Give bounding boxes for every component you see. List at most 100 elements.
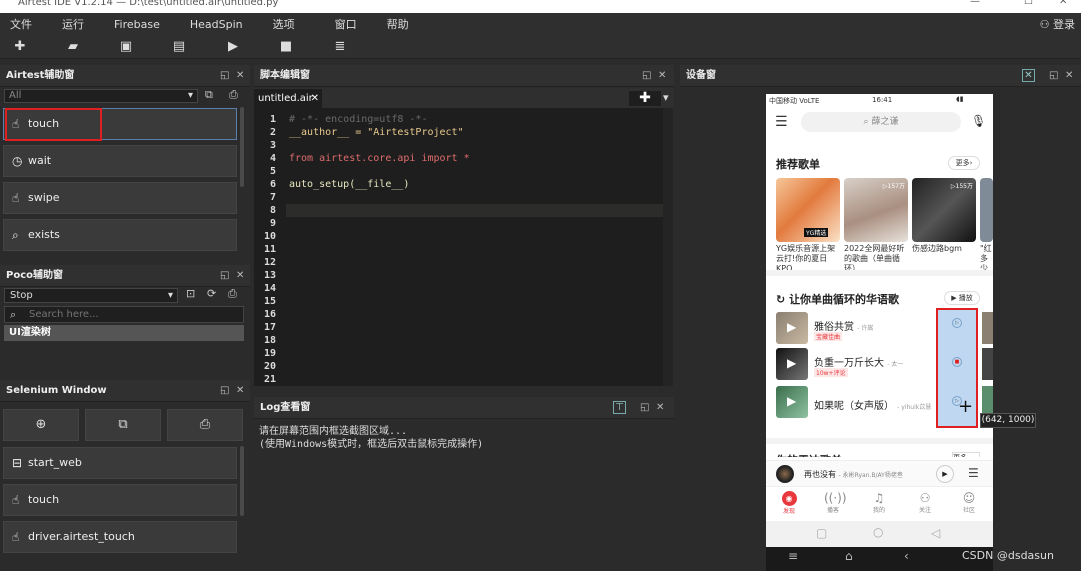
back-icon[interactable]: ‹ bbox=[904, 549, 909, 563]
play-icon[interactable]: ▶ bbox=[936, 465, 954, 483]
next-more-button[interactable]: 更多 bbox=[952, 452, 980, 457]
tab-follow[interactable]: ⚇ 关注 bbox=[916, 491, 934, 514]
float-icon[interactable]: ◱ bbox=[220, 380, 229, 402]
play-all-button[interactable]: ▶ 播放 bbox=[944, 291, 980, 305]
radio-icon: ((·)) bbox=[824, 491, 847, 505]
screenshot-icon[interactable]: ⎙ bbox=[228, 287, 237, 301]
code-line: __author__ = "AirtestProject" bbox=[289, 127, 464, 138]
browser-screenshot-button[interactable]: ⎙ bbox=[167, 409, 243, 441]
music-logo-icon: ◉ bbox=[781, 491, 797, 506]
song-cover[interactable] bbox=[982, 348, 993, 380]
exists-button[interactable]: ⌕ exists bbox=[3, 219, 237, 251]
editor-title: 脚本编辑窗 bbox=[260, 70, 310, 81]
selenium-panel-header: Selenium Window ◱ ✕ bbox=[0, 380, 250, 402]
app-search-box[interactable]: ⌕ 薛之谦 bbox=[801, 112, 961, 132]
menu-file[interactable]: 文件 bbox=[0, 16, 42, 32]
filter-icon[interactable]: ⊤ bbox=[613, 401, 626, 414]
playlist-icon[interactable]: ☰ bbox=[968, 466, 979, 480]
playlist-card[interactable]: ▷157万 bbox=[844, 178, 908, 242]
playlist-card[interactable]: YG精选 bbox=[776, 178, 840, 242]
playlist-card[interactable] bbox=[980, 178, 993, 242]
run-icon[interactable]: ▶ bbox=[225, 39, 241, 55]
close-panel-icon[interactable]: ✕ bbox=[1065, 65, 1073, 87]
float-icon[interactable]: ◱ bbox=[220, 265, 229, 287]
refresh-icon[interactable]: ⟳ bbox=[207, 287, 216, 300]
new-file-icon[interactable]: ✚ bbox=[12, 39, 28, 55]
tab-community[interactable]: ☺ 社区 bbox=[960, 491, 978, 514]
close-panel-icon[interactable]: ✕ bbox=[236, 380, 244, 402]
back-icon[interactable]: ◁ bbox=[931, 526, 940, 540]
playlist-card[interactable]: ▷155万 bbox=[912, 178, 976, 242]
menu-headspin[interactable]: HeadSpin bbox=[170, 18, 253, 31]
card-caption: 伤感边路bgm bbox=[912, 244, 962, 253]
menu-window[interactable]: 窗口 bbox=[305, 16, 367, 32]
phone-screen[interactable]: 中国移动 VoLTE 16:41 ◖▮ ☰ ⌕ 薛之谦 🎙 推荐歌单 更多› Y… bbox=[766, 94, 993, 547]
song-cover[interactable]: ▶ bbox=[776, 312, 808, 344]
open-folder-icon[interactable]: ▰ bbox=[65, 39, 81, 55]
float-icon[interactable]: ◱ bbox=[640, 397, 649, 419]
tab-podcast[interactable]: ((·)) 播客 bbox=[824, 491, 847, 514]
log-icon[interactable]: ≣ bbox=[332, 39, 348, 55]
menu-options[interactable]: 选项 bbox=[253, 16, 305, 32]
home-icon[interactable]: ○ bbox=[873, 525, 883, 539]
tab-mine[interactable]: ♫ 我的 bbox=[870, 491, 888, 514]
editor-scrollbar[interactable] bbox=[663, 108, 673, 386]
song-cover[interactable]: ▶ bbox=[776, 386, 808, 418]
close-panel-icon[interactable]: ✕ bbox=[656, 397, 664, 419]
browser-window-button[interactable]: ⧉ bbox=[85, 409, 161, 441]
minimize-icon[interactable]: — bbox=[970, 0, 980, 7]
song-cover[interactable]: ▶ bbox=[776, 348, 808, 380]
close-panel-icon[interactable]: ✕ bbox=[236, 65, 244, 87]
song-cover[interactable] bbox=[982, 312, 993, 344]
menu-icon[interactable]: ☰ bbox=[775, 114, 788, 130]
airtest-scrollbar[interactable] bbox=[240, 107, 244, 187]
editor-header: 脚本编辑窗 ◱ ✕ bbox=[254, 65, 674, 87]
maximize-icon[interactable]: ☐ bbox=[1024, 0, 1033, 7]
lock-icon[interactable]: ⊡ bbox=[186, 287, 195, 300]
home-icon[interactable]: ⌂ bbox=[845, 549, 853, 563]
menu-run[interactable]: 运行 bbox=[42, 16, 94, 32]
code-line: # -*- encoding=utf8 -*- bbox=[289, 114, 428, 125]
selenium-scrollbar[interactable] bbox=[240, 446, 244, 516]
stop-icon[interactable]: ■ bbox=[278, 39, 294, 55]
screenshot-icon[interactable]: ⎙ bbox=[229, 88, 238, 102]
menu-firebase[interactable]: Firebase bbox=[94, 18, 170, 31]
poco-search-input[interactable] bbox=[29, 308, 229, 321]
close-tab-icon[interactable]: ✕ bbox=[311, 89, 319, 108]
ui-tree-item[interactable]: UI渲染树 bbox=[4, 325, 244, 341]
wait-button[interactable]: ◷ wait bbox=[3, 145, 237, 177]
device-title: 设备窗 bbox=[686, 70, 716, 81]
poco-mode-select[interactable]: Stop ▾ bbox=[4, 288, 178, 303]
chat-icon: ☺ bbox=[962, 491, 976, 505]
float-icon[interactable]: ◱ bbox=[220, 65, 229, 87]
menu-icon[interactable]: ≡ bbox=[788, 549, 798, 563]
close-panel-icon[interactable]: ✕ bbox=[658, 65, 666, 87]
poco-search-box[interactable]: ⌕ bbox=[4, 306, 244, 323]
tools-icon[interactable]: ✕ bbox=[1022, 69, 1035, 82]
add-tab-button[interactable]: ✚ bbox=[629, 91, 661, 106]
microphone-icon[interactable]: 🎙 bbox=[971, 114, 986, 128]
recents-icon[interactable]: ▢ bbox=[816, 526, 827, 540]
float-icon[interactable]: ◱ bbox=[642, 65, 651, 87]
close-panel-icon[interactable]: ✕ bbox=[236, 265, 244, 287]
float-icon[interactable]: ◱ bbox=[1049, 65, 1058, 87]
save-as-icon[interactable]: ▤ bbox=[171, 39, 187, 55]
login-button[interactable]: ⚇ 登录 bbox=[1040, 16, 1075, 32]
record-icon[interactable]: ⧉ bbox=[205, 88, 213, 102]
close-icon[interactable]: ✕ bbox=[1059, 0, 1067, 7]
airtest-filter-select[interactable]: All ▾ bbox=[4, 89, 198, 103]
start-web-button[interactable]: ⊟ start_web bbox=[3, 447, 237, 479]
code-editor[interactable]: 1 # -*- encoding=utf8 -*- 2 __author__ = "A… bbox=[254, 108, 673, 386]
save-icon[interactable]: ▣ bbox=[118, 39, 134, 55]
browser-globe-button[interactable]: ⊕ bbox=[3, 409, 79, 441]
chevron-down-icon[interactable]: ▾ bbox=[663, 91, 669, 104]
driver-airtest-touch-button[interactable]: ☝ driver.airtest_touch bbox=[3, 521, 237, 553]
more-button[interactable]: 更多› bbox=[948, 156, 980, 170]
tab-untitled[interactable]: untitled.air ✕ bbox=[254, 89, 322, 108]
tab-discover[interactable]: ◉ 发现 bbox=[780, 491, 798, 515]
swipe-button[interactable]: ☝ swipe bbox=[3, 182, 237, 214]
mini-player[interactable]: 再也没有 - 永彬Ryan.B/AY杨佬叁 ▶ ☰ bbox=[766, 460, 993, 486]
log-panel: Log查看窗 ⊤ ◱ ✕ 请在屏幕范围内框选截图区域... (使用Windows… bbox=[254, 397, 674, 571]
menu-help[interactable]: 帮助 bbox=[367, 16, 419, 32]
selenium-touch-button[interactable]: ☝ touch bbox=[3, 484, 237, 516]
